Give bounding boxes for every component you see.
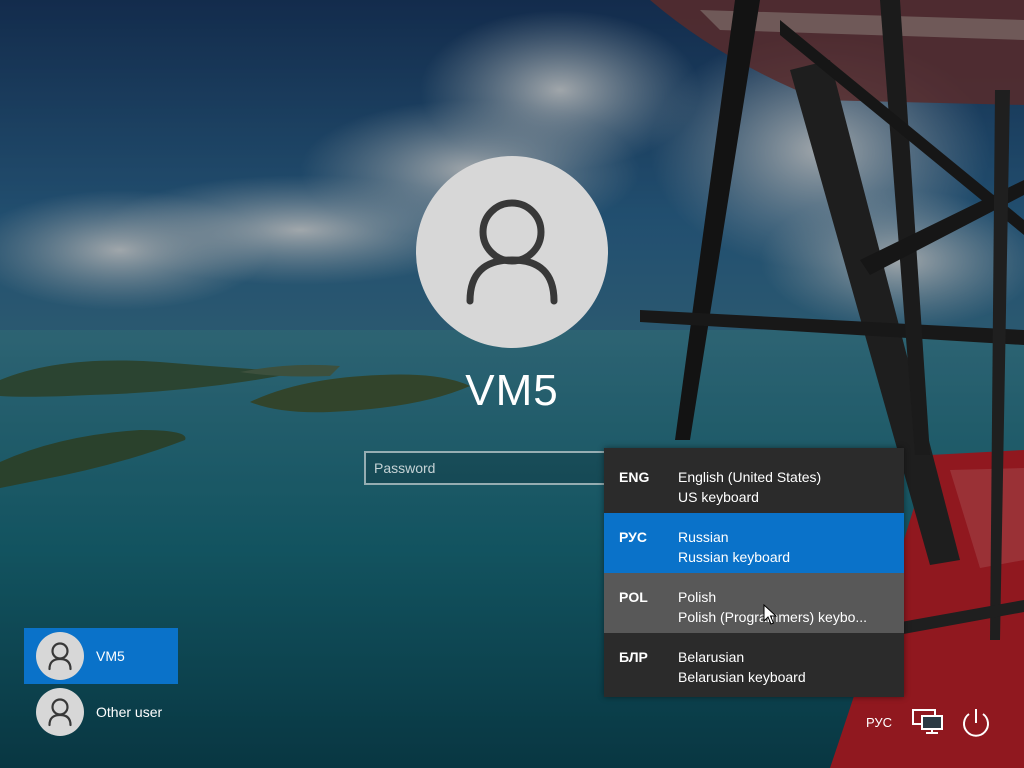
avatar: [36, 632, 84, 680]
mouse-cursor-icon: [763, 604, 777, 625]
page-title-username: VM5: [465, 366, 559, 415]
language-item-rus[interactable]: РУС Russian Russian keyboard: [604, 513, 904, 573]
person-icon: [48, 698, 72, 727]
person-icon: [48, 642, 72, 671]
user-avatar-large: [416, 156, 608, 348]
language-name: Polish: [678, 589, 717, 605]
password-field-frame[interactable]: [364, 451, 608, 485]
language-name: English (United States): [678, 469, 822, 485]
language-code: РУС: [619, 529, 647, 545]
language-menu: ENG English (United States) US keyboard …: [604, 448, 904, 697]
network-icon[interactable]: [911, 708, 945, 736]
language-item-eng[interactable]: ENG English (United States) US keyboard: [604, 453, 904, 513]
lock-screen: VM5 ENG English (United States) US keybo…: [0, 0, 1024, 768]
keyboard-layout-name: US keyboard: [678, 489, 759, 505]
person-icon: [466, 199, 558, 305]
input-language-indicator[interactable]: РУС: [866, 715, 892, 730]
keyboard-layout-name: Russian keyboard: [678, 549, 791, 565]
language-code: POL: [619, 589, 648, 605]
power-icon[interactable]: [959, 706, 993, 740]
language-code: ENG: [619, 469, 650, 485]
language-name: Belarusian: [678, 649, 745, 665]
language-code: БЛР: [619, 649, 648, 665]
user-tile-label: Other user: [96, 704, 163, 720]
language-name: Russian: [678, 529, 729, 545]
user-tile-vm5[interactable]: VM5: [24, 628, 178, 684]
password-input[interactable]: [366, 453, 606, 483]
avatar: [36, 688, 84, 736]
language-item-pol[interactable]: POL Polish Polish (Programmers) keybo...: [604, 573, 904, 633]
keyboard-layout-name: Belarusian keyboard: [678, 669, 806, 685]
user-tile-label: VM5: [96, 648, 125, 664]
language-item-blr[interactable]: БЛР Belarusian Belarusian keyboard: [604, 633, 904, 693]
user-tile-other-user[interactable]: Other user: [24, 684, 178, 740]
